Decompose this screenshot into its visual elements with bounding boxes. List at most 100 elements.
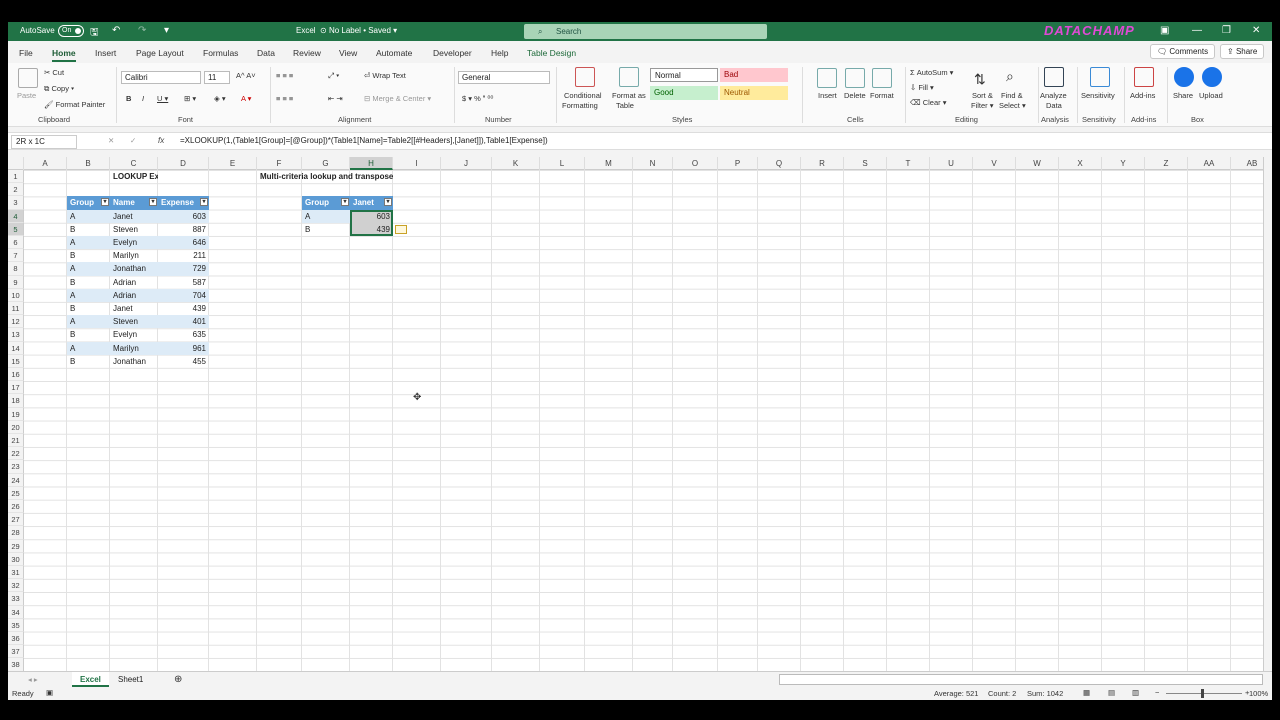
quick-analysis-icon[interactable] [395,224,407,234]
table1-cell-name[interactable]: Marilyn [110,249,158,262]
comments-button[interactable]: 🗨 Comments [1150,44,1216,59]
row-header-7[interactable]: 7 [8,249,24,263]
bold-icon[interactable]: B [126,94,131,103]
worksheet-grid[interactable]: A B C D E F G H I J K L M N O P Q R S T U V W X Y Z AA AB 123456789… [8,157,1263,671]
insert-cells-button[interactable]: Insert [818,91,837,100]
analyze-data-icon[interactable] [1044,67,1064,87]
row-header-4[interactable]: 4 [8,209,24,223]
row-header-17[interactable]: 17 [8,381,24,395]
row-header-37[interactable]: 37 [8,645,24,659]
sheet-title-multicriteria[interactable]: Multi-criteria lookup and transpose [257,170,457,183]
save-icon[interactable]: 🖫 [90,25,99,42]
row-header-24[interactable]: 24 [8,473,24,487]
column-header-f[interactable]: F [257,157,302,170]
vertical-scrollbar[interactable] [1263,157,1272,671]
page-break-view-icon[interactable]: ▥ [1132,688,1139,697]
conditional-formatting-button[interactable]: Conditional [564,91,602,100]
row-header-23[interactable]: 23 [8,460,24,474]
column-header-u[interactable]: U [930,157,973,170]
tab-page-layout[interactable]: Page Layout [136,48,184,58]
row-header-2[interactable]: 2 [8,183,24,197]
row-header-18[interactable]: 18 [8,394,24,408]
column-header-w[interactable]: W [1016,157,1059,170]
filter-dropdown-icon[interactable]: ▾ [384,198,392,207]
table1-cell-expense[interactable]: 704 [158,288,209,302]
grow-font-icon[interactable]: A^ A˅ [236,71,256,80]
borders-icon[interactable]: ⊞ ▾ [184,94,196,103]
minimize-icon[interactable]: — [1192,25,1202,36]
column-header-b[interactable]: B [67,157,110,170]
name-box[interactable]: 2R x 1C [11,135,77,149]
close-icon[interactable]: ✕ [1252,25,1260,36]
row-header-34[interactable]: 34 [8,605,24,619]
column-header-h[interactable]: H [350,157,393,170]
row-header-28[interactable]: 28 [8,526,24,540]
paste-icon[interactable] [18,68,38,88]
merge-center-button[interactable]: ⊟ Merge & Center ▾ [364,94,431,103]
row-header-35[interactable]: 35 [8,618,24,632]
table1-cell-name[interactable]: Evelyn [110,328,158,341]
prev-sheet-icon[interactable]: ◂ ▸ [28,675,38,684]
horizontal-scrollbar[interactable] [779,674,1263,685]
table1-cell-expense[interactable]: 603 [158,209,209,223]
copy-button[interactable]: ⧉ Copy ▾ [44,84,74,94]
align-top-icon[interactable]: ≡ ≡ ≡ [276,71,293,80]
column-header-m[interactable]: M [585,157,633,170]
column-header-aa[interactable]: AA [1188,157,1231,170]
tab-file[interactable]: File [19,48,33,58]
underline-icon[interactable]: U ▾ [157,94,168,103]
orientation-icon[interactable]: ⤢ ▾ [328,71,339,81]
currency-icon[interactable]: $ ▾ % ❜ ⁰⁰ [462,94,493,103]
analyze-data-button[interactable]: Analyze [1040,91,1067,100]
table1-cell-expense[interactable]: 961 [158,341,209,355]
tab-view[interactable]: View [339,48,357,58]
row-header-9[interactable]: 9 [8,275,24,289]
table1-cell-expense[interactable]: 887 [158,223,209,236]
tab-table-design[interactable]: Table Design [527,48,576,58]
table1-cell-group[interactable]: B [67,328,110,341]
filter-dropdown-icon[interactable]: ▾ [341,198,349,207]
column-header-a[interactable]: A [24,157,67,170]
sensitivity-button[interactable]: Sensitivity [1081,91,1115,100]
table1-cell-expense[interactable]: 635 [158,328,209,341]
row-header-36[interactable]: 36 [8,632,24,646]
format-cells-icon[interactable] [872,68,892,88]
row-header-29[interactable]: 29 [8,539,24,553]
row-header-3[interactable]: 3 [8,196,24,210]
font-color-icon[interactable]: A ▾ [241,94,251,103]
table1-header-name[interactable]: Name ▾ [110,196,158,210]
row-header-16[interactable]: 16 [8,368,24,382]
autosum-button[interactable]: Σ AutoSum ▾ [910,68,953,77]
column-header-x[interactable]: X [1059,157,1102,170]
row-header-38[interactable]: 38 [8,658,24,671]
align-left-icon[interactable]: ≡ ≡ ≡ [276,94,293,103]
search-input[interactable]: ⌕ Search [524,24,767,39]
tab-review[interactable]: Review [293,48,321,58]
sort-filter-button[interactable]: Sort & [972,91,993,100]
table1-cell-name[interactable]: Jonathan [110,355,158,368]
enter-icon[interactable]: ✓ [130,136,136,145]
row-header-15[interactable]: 15 [8,354,24,368]
row-header-11[interactable]: 11 [8,302,24,316]
tab-automate[interactable]: Automate [376,48,412,58]
table1-cell-name[interactable]: Jonathan [110,262,158,276]
column-header-p[interactable]: P [718,157,758,170]
table1-cell-group[interactable]: B [67,355,110,368]
tab-insert[interactable]: Insert [95,48,116,58]
row-header-30[interactable]: 30 [8,552,24,566]
table1-cell-group[interactable]: A [67,262,110,276]
row-header-22[interactable]: 22 [8,447,24,461]
sheet-tab-excel[interactable]: Excel [72,672,109,687]
table1-cell-name[interactable]: Evelyn [110,236,158,250]
find-select-button[interactable]: Find & [1001,91,1023,100]
column-header-t[interactable]: T [887,157,930,170]
column-header-v[interactable]: V [973,157,1016,170]
sheet-tab-sheet1[interactable]: Sheet1 [110,672,151,687]
row-header-31[interactable]: 31 [8,566,24,580]
insert-function-icon[interactable]: fx [158,136,164,145]
column-header-e[interactable]: E [209,157,257,170]
column-header-n[interactable]: N [633,157,673,170]
column-header-o[interactable]: O [673,157,718,170]
table1-cell-group[interactable]: B [67,302,110,315]
fill-color-icon[interactable]: ◈ ▾ [214,94,226,103]
